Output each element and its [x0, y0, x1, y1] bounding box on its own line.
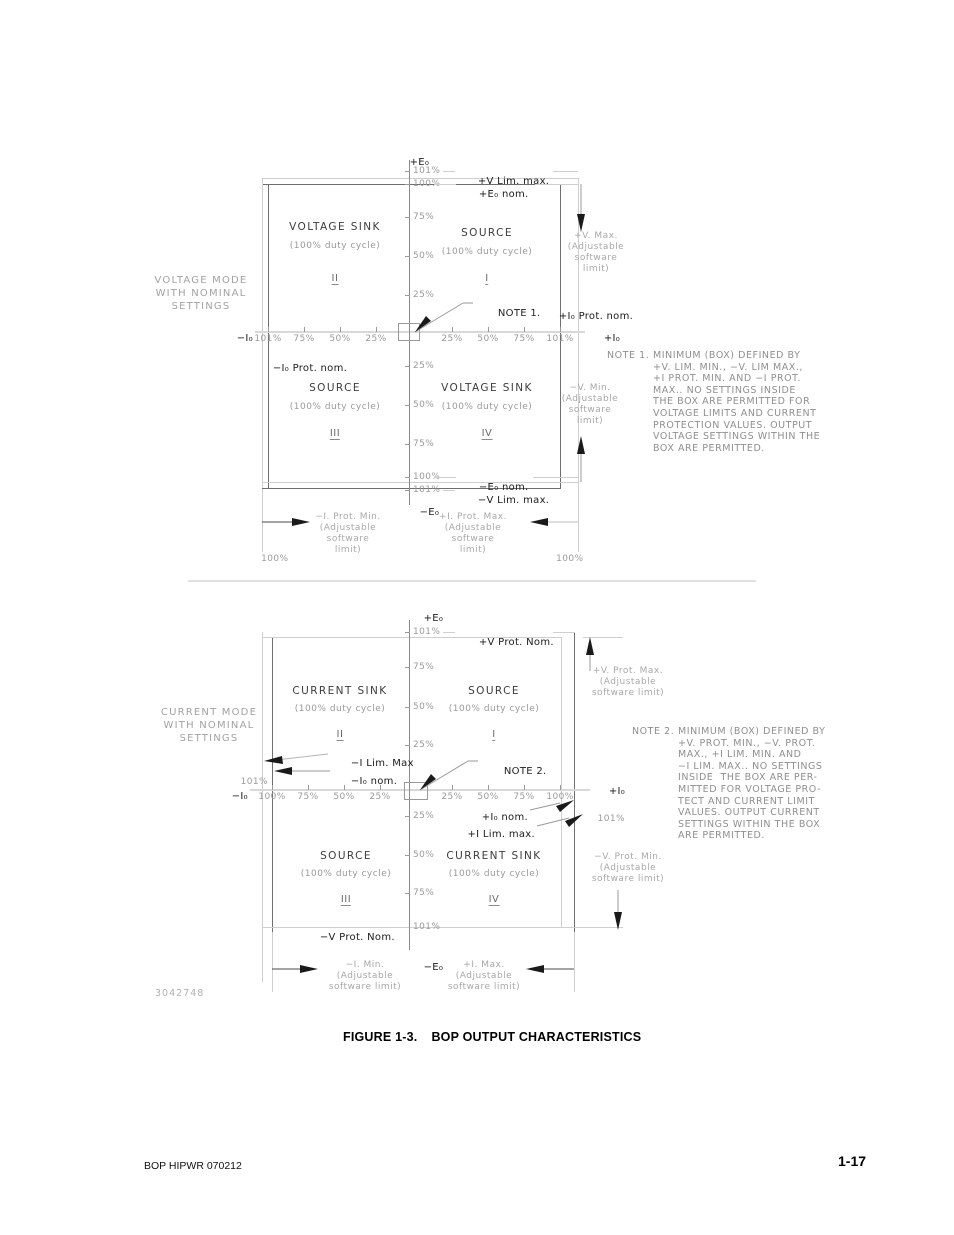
document-page: VOLTAGE MODE WITH NOMINAL SETTINGS +E₀ −… [0, 0, 954, 1235]
callout-i-max: +I. Max. (Adjustable software limit) [447, 960, 521, 992]
callout-v-prot-nom-top: +V Prot. Nom. [478, 637, 554, 648]
grid-line [262, 632, 263, 982]
grid-line [272, 637, 273, 974]
grid-line [409, 927, 623, 928]
quadrant-2-title: CURRENT SINK [292, 685, 388, 697]
x-tick-label: 25% [369, 792, 391, 802]
quadrant-1-duty: (100% duty cycle) [448, 704, 540, 714]
drawing-number: 3042748 [155, 988, 205, 999]
note-ref-2: NOTE 2. [503, 766, 547, 777]
y-tick-label: 101% [413, 922, 441, 932]
y-tick-label: 75% [413, 662, 435, 672]
quadrant-3-title: SOURCE [320, 850, 372, 862]
axis-label-x-right: +I₀ [608, 786, 626, 797]
quadrant-1-title: SOURCE [468, 685, 520, 697]
grid-line [561, 637, 562, 927]
quadrant-3-number: III [340, 894, 352, 906]
note-2-label: NOTE 2. [632, 726, 675, 737]
arrow-i-min [272, 965, 318, 973]
footer-page-number: 1-17 [838, 1153, 867, 1169]
callout-left-101: 101% [240, 777, 268, 787]
x-tick-label: 50% [333, 792, 355, 802]
callout-v-prot-min-limit: −V. Prot. Min. (Adjustable software limi… [591, 852, 665, 884]
y-tick-label: 101% [413, 627, 441, 637]
quadrant-2-number: II [336, 729, 344, 741]
callout-i-min: −I. Min. (Adjustable software limit) [328, 960, 402, 992]
arrow-i-max [526, 965, 574, 973]
x-tick-label: 100% [258, 792, 286, 802]
y-tick-label: 50% [413, 702, 435, 712]
note-2-text: MINIMUM (BOX) DEFINED BY +V. PROT. MIN.,… [678, 726, 826, 842]
y-tick-label: 50% [413, 850, 435, 860]
x-tick-label: 75% [297, 792, 319, 802]
note-leader-2 [419, 760, 478, 791]
quadrant-1-number: I [492, 729, 496, 741]
quadrant-4-duty: (100% duty cycle) [448, 869, 540, 879]
arrow-i0-nom-left [274, 767, 330, 775]
footer-document-id: BOP HIPWR 070212 [144, 1160, 242, 1172]
callout-i0-nom-left: −I₀ nom. [350, 776, 398, 787]
panel-current-mode: CURRENT MODE WITH NOMINAL SETTINGS +E₀ −… [0, 0, 954, 1020]
callout-i-lim-max-right: +I Lim. max. [467, 829, 535, 840]
arrow-i-lim-max-right [536, 814, 583, 827]
mode-label-current: CURRENT MODE WITH NOMINAL SETTINGS [160, 707, 258, 744]
grid-line [262, 637, 409, 638]
quadrant-3-duty: (100% duty cycle) [300, 869, 392, 879]
figure-caption: FIGURE 1-3. BOP OUTPUT CHARACTERISTICS [343, 1030, 642, 1044]
quadrant-4-number: IV [488, 894, 500, 906]
quadrant-4-title: CURRENT SINK [446, 850, 542, 862]
callout-v-prot-max-limit: +V. Prot. Max. (Adjustable software limi… [591, 666, 665, 698]
arrow-v-prot-min [614, 890, 622, 930]
quadrant-2-duty: (100% duty cycle) [294, 704, 386, 714]
axis-label-y-bottom: −E₀ [423, 962, 444, 973]
y-tick-label: 75% [413, 888, 435, 898]
y-tick-label: 25% [413, 811, 435, 821]
callout-v-prot-nom-bottom: −V Prot. Nom. [319, 932, 395, 943]
axis-label-y-top: +E₀ [423, 613, 444, 624]
